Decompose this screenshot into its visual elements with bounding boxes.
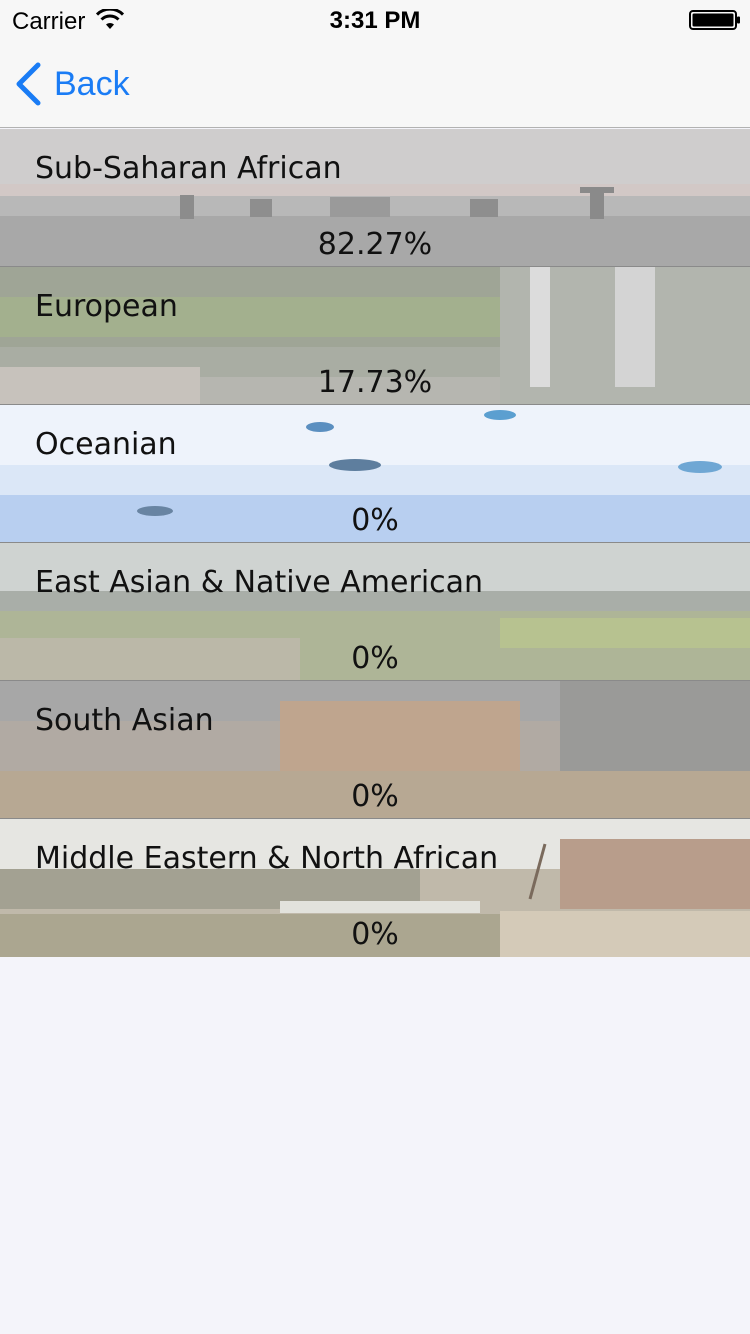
row-label: Sub-Saharan African: [35, 151, 342, 186]
ancestry-list: Sub-Saharan African 82.27% European 17.7…: [0, 129, 750, 957]
row-percentage: 0%: [351, 917, 399, 952]
row-label: South Asian: [35, 703, 214, 738]
row-label: Middle Eastern & North African: [35, 841, 499, 876]
row-label: East Asian & Native American: [35, 565, 484, 600]
row-percentage: 82.27%: [317, 227, 433, 262]
list-item[interactable]: East Asian & Native American 0%: [0, 543, 750, 681]
row-percentage: 17.73%: [317, 365, 433, 400]
row-percentage: 0%: [351, 779, 399, 814]
clock: 3:31 PM: [329, 7, 421, 34]
back-button[interactable]: Back: [14, 60, 130, 108]
list-item[interactable]: South Asian 0%: [0, 681, 750, 819]
list-item[interactable]: Oceanian 0%: [0, 405, 750, 543]
row-label: Oceanian: [35, 427, 177, 462]
list-item[interactable]: Middle Eastern & North African 0%: [0, 819, 750, 957]
status-bar: Carrier 3:31 PM: [0, 0, 750, 40]
row-percentage: 0%: [351, 641, 399, 676]
row-label: European: [35, 289, 178, 324]
list-item[interactable]: Sub-Saharan African 82.27%: [0, 129, 750, 267]
list-item[interactable]: European 17.73%: [0, 267, 750, 405]
battery-icon: [689, 10, 740, 30]
navigation-bar: Back: [0, 40, 750, 128]
row-percentage: 0%: [351, 503, 399, 538]
back-label: Back: [54, 64, 130, 103]
chevron-left-icon: [16, 62, 41, 106]
